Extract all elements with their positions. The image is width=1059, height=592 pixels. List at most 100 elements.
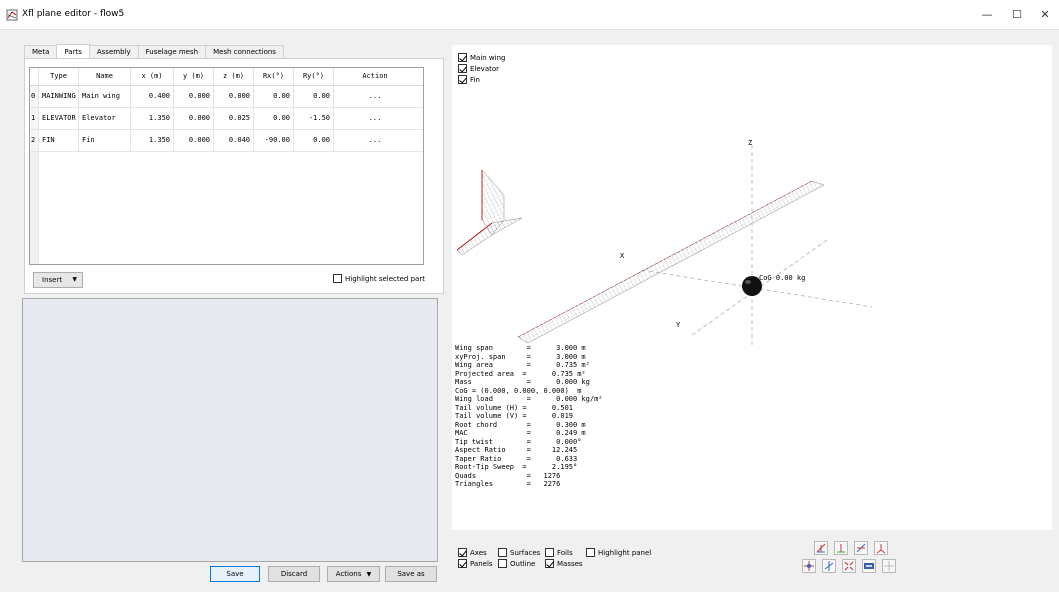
main-wing-mesh[interactable] <box>517 180 825 344</box>
screenshot-icon[interactable] <box>862 559 876 573</box>
axes-checkbox[interactable]: Axes <box>458 548 487 557</box>
save-button[interactable]: Save <box>210 566 260 582</box>
view-iso-icon[interactable] <box>874 541 888 555</box>
main-wing-leading-edge <box>517 180 813 338</box>
cell-y[interactable]: 0.000 <box>174 86 214 107</box>
header-name[interactable]: Name <box>79 68 131 85</box>
view-x-icon[interactable] <box>814 541 828 555</box>
cell-type[interactable]: ELEVATOR <box>39 108 79 129</box>
cell-rx[interactable]: 0.00 <box>254 86 294 107</box>
stat-line: Tail volume (H) = 0.501 <box>455 403 574 412</box>
close-icon[interactable]: ✕ <box>1033 6 1057 24</box>
checkbox-box[interactable] <box>333 274 342 283</box>
cell-z[interactable]: 0.000 <box>214 86 254 107</box>
chevron-down-icon: ▼ <box>366 571 372 578</box>
plane-3d-render[interactable] <box>452 45 1052 345</box>
checkbox-box[interactable] <box>458 548 467 557</box>
row-index: 1 <box>30 108 39 129</box>
checkbox-label: Surfaces <box>510 548 541 557</box>
header-ry[interactable]: Ry(°) <box>294 68 334 85</box>
checkbox-box[interactable] <box>586 548 595 557</box>
header-y[interactable]: y (m) <box>174 68 214 85</box>
flip-view-icon[interactable] <box>802 559 816 573</box>
actions-button[interactable]: Actions ▼ <box>327 566 380 582</box>
cell-rx[interactable]: -90.00 <box>254 130 294 151</box>
x-axis-label: X <box>620 252 625 260</box>
header-x[interactable]: x (m) <box>131 68 174 85</box>
header-action[interactable]: Action <box>334 68 416 85</box>
cell-x[interactable]: 1.350 <box>131 108 174 129</box>
checkbox-box[interactable] <box>498 548 507 557</box>
checkbox-label: Highlight selected part <box>345 274 425 283</box>
stat-line: Triangles = 2276 <box>455 480 561 488</box>
maximize-icon[interactable]: ☐ <box>1005 6 1029 24</box>
plane-statistics: Wing span = 3.000 m xyProj. span = 3.000… <box>455 344 603 489</box>
highlight-panel-checkbox[interactable]: Highlight panel <box>586 548 651 557</box>
cell-type[interactable]: FIN <box>39 130 79 151</box>
stat-line: Wing load = 0.000 kg/m² <box>455 395 603 403</box>
checkbox-box[interactable] <box>498 559 507 568</box>
cell-ry[interactable]: 0.00 <box>294 86 334 107</box>
discard-button[interactable]: Discard <box>268 566 320 582</box>
rotate-view-icon[interactable] <box>822 559 836 573</box>
tab-mesh-connections[interactable]: Mesh connections <box>205 45 284 59</box>
fit-view-icon[interactable] <box>842 559 856 573</box>
checkbox-label: Highlight panel <box>598 548 652 557</box>
header-rx[interactable]: Rx(°) <box>254 68 294 85</box>
cell-name[interactable]: Fin <box>79 130 131 151</box>
actions-button-label: Actions <box>335 570 362 578</box>
tab-meta[interactable]: Meta <box>24 45 58 59</box>
row-action-button[interactable]: ... <box>334 130 416 151</box>
cell-ry[interactable]: -1.50 <box>294 108 334 129</box>
panels-checkbox[interactable]: Panels <box>458 559 493 568</box>
stat-line: Tail volume (V) = 0.019 <box>455 412 574 420</box>
highlight-selected-part-checkbox[interactable]: Highlight selected part <box>333 274 425 283</box>
cell-ry[interactable]: 0.00 <box>294 130 334 151</box>
tab-assembly[interactable]: Assembly <box>88 45 139 59</box>
cell-rx[interactable]: 0.00 <box>254 108 294 129</box>
cog-highlight <box>745 280 751 284</box>
insert-button[interactable]: Insert ▼ <box>33 272 83 288</box>
cell-z[interactable]: 0.025 <box>214 108 254 129</box>
parts-table[interactable]: Type Name x (m) y (m) z (m) Rx(°) Ry(°) … <box>29 67 424 265</box>
view-y-icon[interactable] <box>834 541 848 555</box>
checkbox-label: Masses <box>557 559 583 568</box>
masses-checkbox[interactable]: Masses <box>545 559 583 568</box>
table-row[interactable]: 2 FIN Fin 1.350 0.000 0.040 -90.00 0.00 … <box>30 130 423 152</box>
view-z-icon[interactable] <box>854 541 868 555</box>
tab-parts[interactable]: Parts <box>56 44 90 59</box>
minimize-icon[interactable]: — <box>975 6 999 24</box>
table-row[interactable]: 1 ELEVATOR Elevator 1.350 0.000 0.025 0.… <box>30 108 423 130</box>
cell-name[interactable]: Main wing <box>79 86 131 107</box>
cell-x[interactable]: 1.350 <box>131 130 174 151</box>
save-as-button[interactable]: Save as <box>385 566 437 582</box>
3d-view[interactable]: Main wing Elevator Fin Z X Y CoG 0.00 kg… <box>452 45 1052 530</box>
outline-checkbox[interactable]: Outline <box>498 559 535 568</box>
table-row[interactable]: 0 MAINWING Main wing 0.400 0.000 0.000 0… <box>30 86 423 108</box>
editor-tabs: Meta Parts Assembly Fuselage mesh Mesh c… <box>24 44 284 59</box>
checkbox-box[interactable] <box>545 559 554 568</box>
z-axis-label: Z <box>748 139 753 147</box>
checkbox-box[interactable] <box>458 559 467 568</box>
checkbox-label: Panels <box>470 559 493 568</box>
foils-checkbox[interactable]: Foils <box>545 548 573 557</box>
cog-label: CoG 0.00 kg <box>759 274 806 282</box>
checkbox-box[interactable] <box>545 548 554 557</box>
cell-x[interactable]: 0.400 <box>131 86 174 107</box>
tab-fuselage-mesh[interactable]: Fuselage mesh <box>137 45 207 59</box>
surfaces-checkbox[interactable]: Surfaces <box>498 548 540 557</box>
cell-name[interactable]: Elevator <box>79 108 131 129</box>
cell-y[interactable]: 0.000 <box>174 108 214 129</box>
header-type[interactable]: Type <box>39 68 79 85</box>
cell-y[interactable]: 0.000 <box>174 130 214 151</box>
row-action-button[interactable]: ... <box>334 86 416 107</box>
cell-type[interactable]: MAINWING <box>39 86 79 107</box>
reset-view-icon[interactable] <box>882 559 896 573</box>
header-z[interactable]: z (m) <box>214 68 254 85</box>
row-action-button[interactable]: ... <box>334 108 416 129</box>
corner-cell <box>30 68 39 85</box>
cell-z[interactable]: 0.040 <box>214 130 254 151</box>
chevron-down-icon: ▼ <box>72 276 77 283</box>
stat-line: Wing span = 3.000 m <box>455 344 586 352</box>
stat-line: MAC = 0.249 m <box>455 429 586 437</box>
